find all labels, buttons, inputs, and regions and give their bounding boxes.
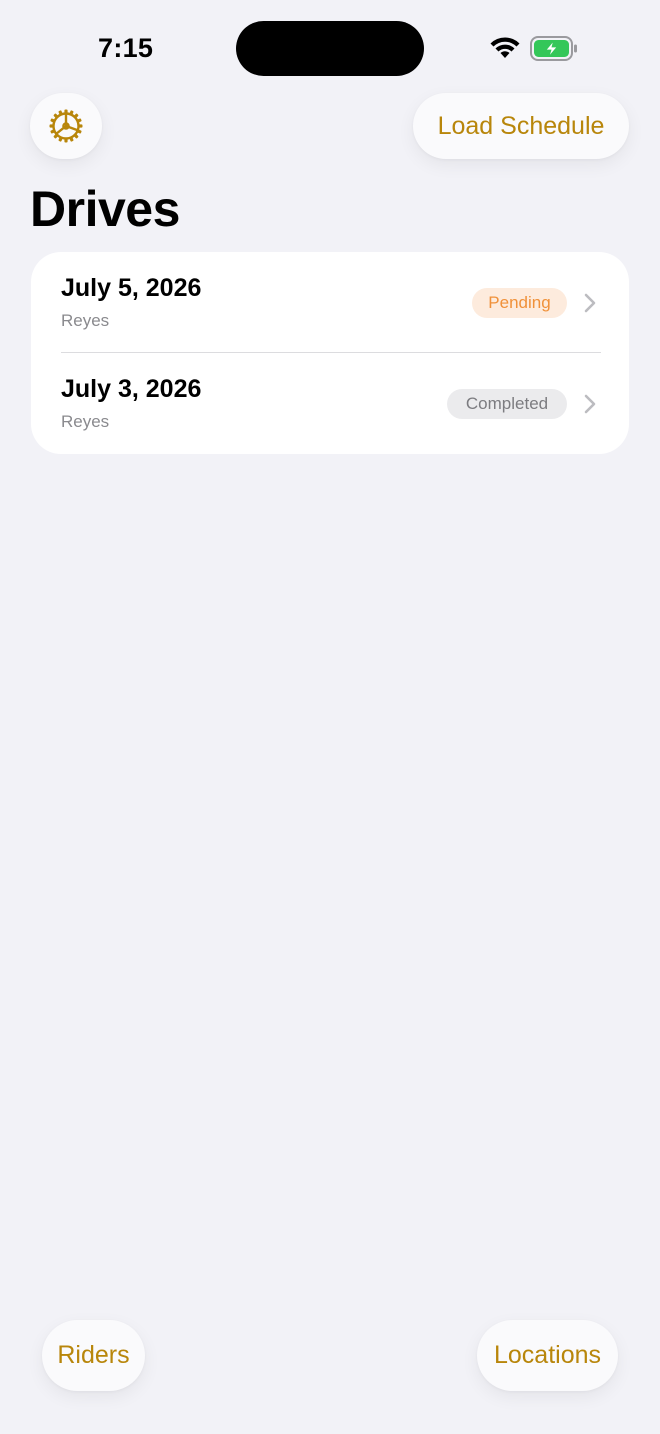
status-badge-completed: Completed (447, 389, 567, 419)
status-badge-pending: Pending (472, 288, 567, 318)
gear-icon (49, 109, 83, 143)
status-time: 7:15 (98, 33, 154, 63)
drives-list: July 5, 2026 Reyes Pending July 3, 2026 … (31, 252, 629, 454)
riders-button[interactable]: Riders (42, 1320, 145, 1391)
wifi-icon (490, 37, 520, 58)
drive-row[interactable]: July 5, 2026 Reyes Pending (31, 252, 629, 353)
chevron-right-icon (584, 394, 596, 414)
locations-button[interactable]: Locations (477, 1320, 618, 1391)
page-title: Drives (30, 181, 180, 237)
chevron-right-icon (584, 293, 596, 313)
drive-date: July 5, 2026 (61, 274, 202, 302)
drive-driver: Reyes (61, 311, 110, 330)
drive-driver: Reyes (61, 412, 110, 431)
drive-date: July 3, 2026 (61, 375, 202, 403)
drive-row[interactable]: July 3, 2026 Reyes Completed (31, 353, 629, 454)
battery-charging-icon (530, 36, 577, 61)
screen: 7:15 Load Schedule Drives July 5, 2026 R… (0, 0, 660, 1434)
dynamic-island (236, 21, 424, 76)
load-schedule-button[interactable]: Load Schedule (413, 93, 629, 159)
settings-button[interactable] (30, 93, 102, 159)
